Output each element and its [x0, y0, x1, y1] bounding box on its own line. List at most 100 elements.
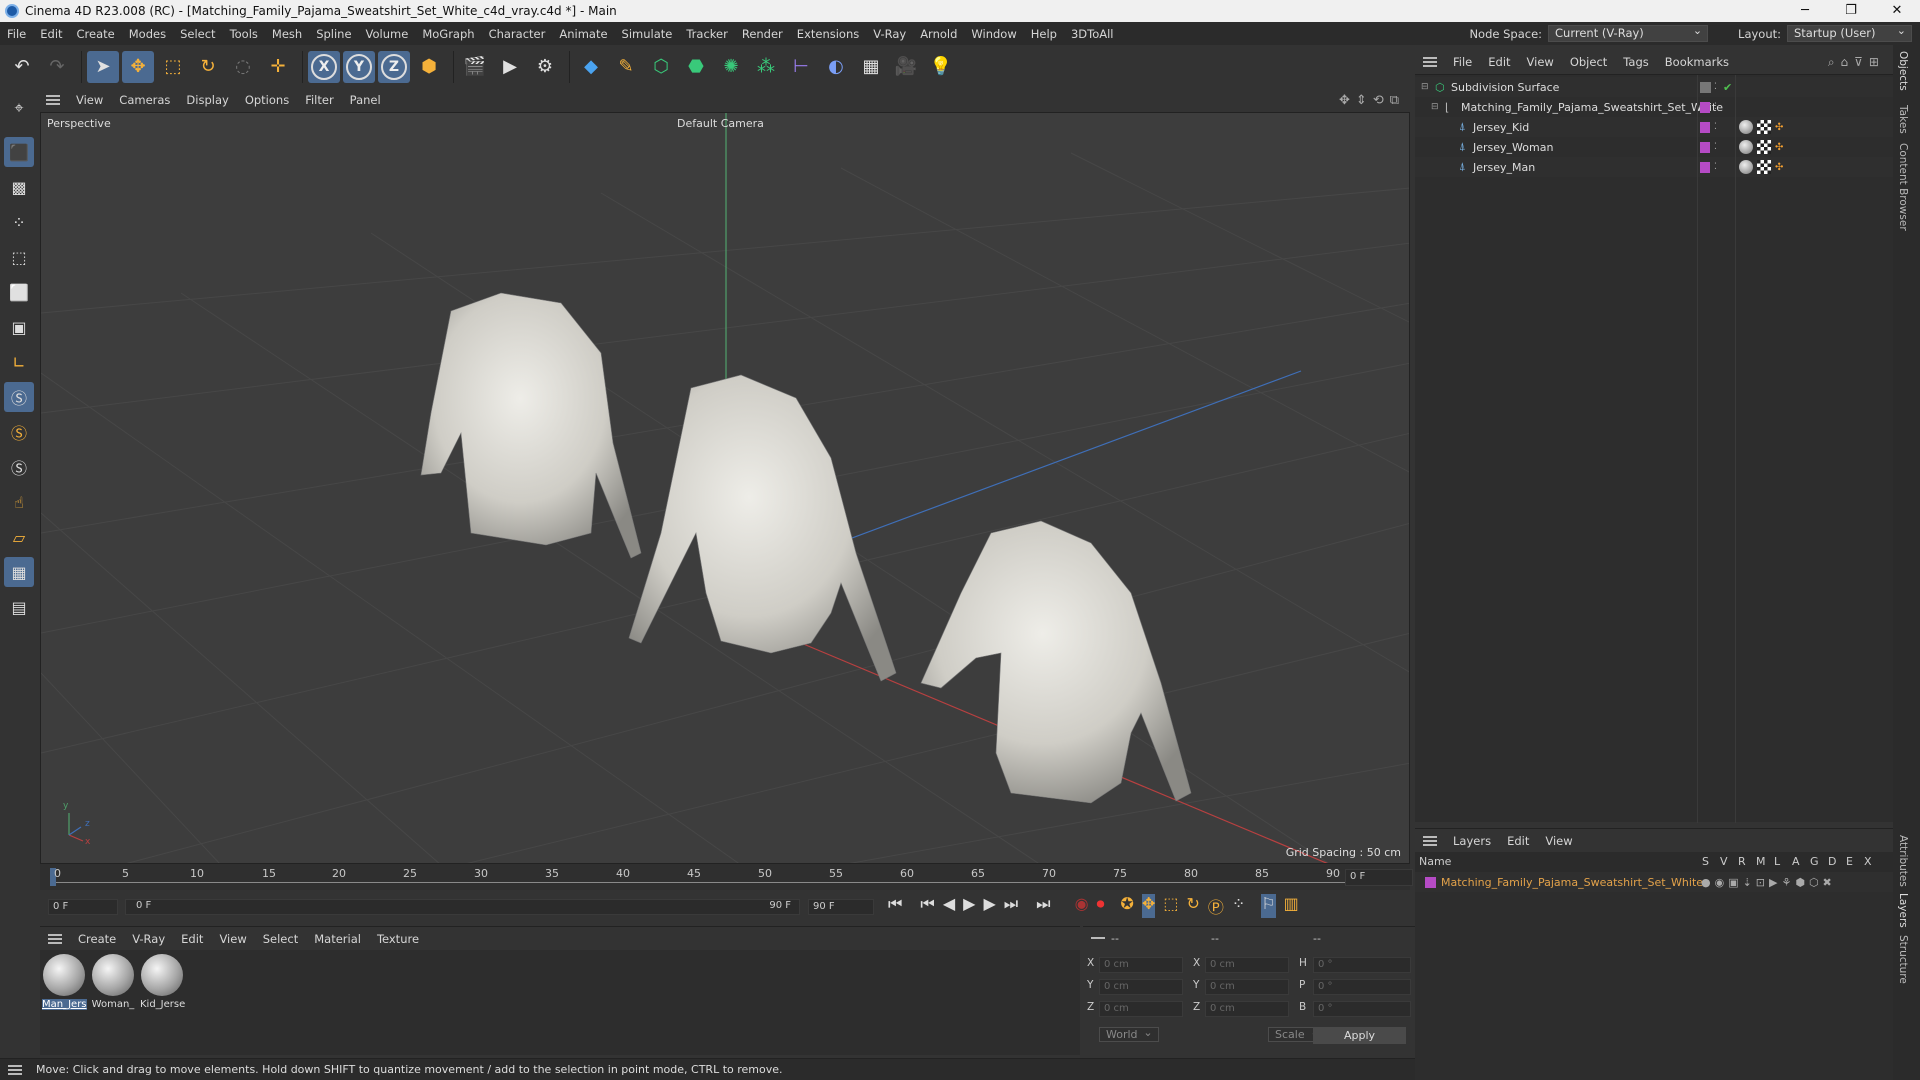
material-swatch-kid[interactable]: Kid_Jerse: [140, 954, 185, 1010]
visibility-dots-icon[interactable]: ⁚: [1714, 102, 1717, 112]
play-icon[interactable]: ▶: [963, 894, 975, 918]
frame-range-slider[interactable]: 0 F 90 F: [125, 899, 800, 915]
layer-color-tag[interactable]: [1700, 141, 1710, 153]
tab-content-browser[interactable]: Content Browser: [1897, 143, 1909, 231]
end-frame-field[interactable]: 90 F: [808, 899, 874, 915]
start-frame-field[interactable]: 0 F: [48, 899, 118, 915]
menu-mesh[interactable]: Mesh: [265, 27, 309, 41]
tab-takes[interactable]: Takes: [1897, 105, 1909, 134]
array-icon[interactable]: ⁂: [750, 51, 782, 83]
jersey-kid-model[interactable]: [420, 292, 642, 559]
menu-3dtoall[interactable]: 3DToAll: [1064, 27, 1121, 41]
deformer-icon[interactable]: ⊢: [785, 51, 817, 83]
viewport-camera-label[interactable]: Default Camera: [677, 117, 764, 130]
hamburger-menu-icon[interactable]: [1423, 835, 1437, 846]
size-y-field[interactable]: 0 cm: [1205, 979, 1289, 995]
object-menu-bookmarks[interactable]: Bookmarks: [1657, 55, 1737, 69]
menu-character[interactable]: Character: [482, 27, 553, 41]
select-cursor-icon[interactable]: ➤: [87, 50, 119, 83]
render-settings-icon[interactable]: ⚙: [529, 51, 561, 83]
tab-structure[interactable]: Structure: [1897, 935, 1909, 984]
material-tag-icon[interactable]: [1739, 160, 1753, 174]
material-swatch-man[interactable]: Man_Jers: [42, 954, 87, 1010]
planar-workplane-icon[interactable]: ▤: [4, 592, 34, 622]
uv-mode-icon[interactable]: ▣: [4, 312, 34, 342]
object-row-matching-family[interactable]: ⊟ ⌊ Matching_Family_Pajama_Sweatshirt_Se…: [1415, 97, 1893, 117]
position-z-field[interactable]: 0 cm: [1099, 1001, 1183, 1017]
polygons-mode-icon[interactable]: ⬜: [4, 277, 34, 307]
layer-color-swatch[interactable]: [1425, 876, 1436, 888]
current-frame-field[interactable]: 0 F: [1345, 869, 1413, 886]
layer-color-tag[interactable]: [1700, 121, 1710, 133]
object-row-subdivision-surface[interactable]: ⊟ ⬡ Subdivision Surface ⁚ ✔: [1415, 77, 1893, 97]
material-tag-icon[interactable]: [1739, 140, 1753, 154]
next-key-icon[interactable]: ⏭: [1004, 894, 1018, 918]
menu-window[interactable]: Window: [964, 27, 1023, 41]
menu-modes[interactable]: Modes: [122, 27, 173, 41]
go-to-end-icon[interactable]: ⏭: [1036, 894, 1050, 918]
keyframe-selection-icon[interactable]: ✪: [1121, 894, 1134, 918]
object-menu-view[interactable]: View: [1519, 55, 1562, 69]
world-coordinates-icon[interactable]: ⬢: [413, 51, 445, 83]
visibility-dots-icon[interactable]: ⁚: [1714, 142, 1717, 152]
size-x-field[interactable]: 0 cm: [1205, 957, 1289, 973]
jersey-man-model[interactable]: [920, 520, 1192, 804]
layer-menu-view[interactable]: View: [1537, 834, 1580, 848]
previous-frame-icon[interactable]: ◀: [943, 894, 955, 918]
uvw-tag-icon[interactable]: [1757, 140, 1771, 154]
viewport-menu-view[interactable]: View: [68, 93, 111, 107]
close-button[interactable]: ✕: [1874, 0, 1920, 22]
viewport-menu-filter[interactable]: Filter: [297, 93, 341, 107]
points-mode-icon[interactable]: ⁘: [4, 207, 34, 237]
uvw-tag-icon[interactable]: [1757, 160, 1771, 174]
snap-settings-icon[interactable]: Ⓢ: [4, 417, 34, 447]
object-row-jersey-man[interactable]: ⍋ Jersey_Man ⁚ ✣: [1415, 157, 1893, 177]
move-tool-icon[interactable]: ✥: [122, 50, 154, 83]
y-axis-lock-button[interactable]: Y: [346, 53, 372, 80]
position-key-icon[interactable]: ✥: [1141, 894, 1156, 918]
menu-tools[interactable]: Tools: [223, 27, 265, 41]
collapse-icon[interactable]: ⊟: [1431, 102, 1439, 112]
timeline-ruler[interactable]: 0 5 10 15 20 25 30 35 40 45 50 55 60 65 …: [40, 864, 1410, 890]
visibility-dots-icon[interactable]: ⁚: [1714, 162, 1717, 172]
undo-icon[interactable]: ↶: [6, 51, 38, 83]
viewport-menu-options[interactable]: Options: [237, 93, 297, 107]
hamburger-menu-icon[interactable]: [46, 95, 60, 105]
quantize-icon[interactable]: Ⓢ: [4, 452, 34, 482]
live-selection-icon[interactable]: ◌: [227, 51, 259, 83]
minimize-button[interactable]: ─: [1782, 0, 1828, 22]
size-z-field[interactable]: 0 cm: [1205, 1001, 1289, 1017]
rotation-p-field[interactable]: 0 °: [1313, 979, 1411, 995]
locked-workplane-icon[interactable]: ▦: [4, 557, 34, 587]
tab-layers[interactable]: Layers: [1897, 893, 1909, 928]
tweak-mode-icon[interactable]: ☝: [4, 487, 34, 517]
make-editable-icon[interactable]: ⌖: [4, 93, 34, 123]
mograph-cloner-icon[interactable]: ✺: [715, 51, 747, 83]
previous-key-icon[interactable]: ⏮: [920, 894, 934, 918]
3d-viewport[interactable]: y x z Perspective Default Camera Grid Sp…: [40, 112, 1410, 864]
node-space-dropdown[interactable]: Current (V-Ray): [1548, 23, 1709, 42]
render-view-icon[interactable]: ▶: [494, 51, 526, 83]
z-axis-lock-button[interactable]: Z: [381, 53, 407, 80]
layer-row[interactable]: Matching_Family_Pajama_Sweatshirt_Set_Wh…: [1415, 872, 1893, 892]
menu-extensions[interactable]: Extensions: [790, 27, 866, 41]
collapse-icon[interactable]: ⊟: [1421, 82, 1429, 92]
scale-tool-icon[interactable]: ⬚: [157, 51, 189, 83]
menu-arnold[interactable]: Arnold: [913, 27, 964, 41]
light-icon[interactable]: 💡: [925, 51, 957, 83]
rotation-key-icon[interactable]: ↻: [1186, 894, 1199, 918]
record-keys-icon[interactable]: ◉: [1075, 894, 1089, 918]
layer-color-tag[interactable]: [1700, 101, 1710, 113]
subdivision-surface-icon[interactable]: ⬡: [645, 51, 677, 83]
visibility-dots-icon[interactable]: ⁚: [1714, 122, 1717, 132]
cube-primitive-icon[interactable]: ◆: [575, 51, 607, 83]
layer-color-tag[interactable]: [1700, 161, 1710, 173]
menu-spline[interactable]: Spline: [309, 27, 358, 41]
position-y-field[interactable]: 0 cm: [1099, 979, 1183, 995]
rotation-b-field[interactable]: 0 °: [1313, 1001, 1411, 1017]
viewport-nav-icons[interactable]: ✥⇕⟲⧉: [1339, 93, 1405, 108]
hamburger-menu-icon[interactable]: [48, 933, 62, 944]
apply-button[interactable]: Apply: [1313, 1027, 1406, 1044]
material-menu-select[interactable]: Select: [255, 932, 306, 946]
pen-spline-icon[interactable]: ✎: [610, 51, 642, 83]
